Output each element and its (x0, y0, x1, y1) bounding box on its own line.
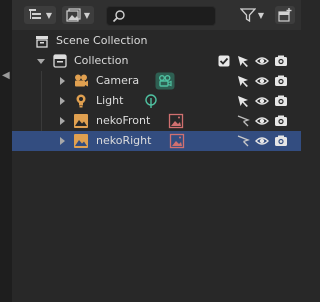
expand-right-icon[interactable] (60, 117, 65, 125)
chevron-down-icon: ▼ (83, 10, 91, 20)
image-data-icon[interactable] (168, 113, 184, 129)
light-data-icon[interactable] (143, 93, 159, 109)
image-empty-object-icon (74, 114, 88, 128)
eye-icon[interactable] (255, 54, 269, 68)
new-collection-button[interactable] (275, 6, 295, 24)
collection-label: Collection (74, 54, 129, 67)
chevron-down-icon: ▼ (257, 10, 265, 20)
filter-mode-button[interactable]: ▼ (62, 6, 94, 24)
search-input[interactable] (129, 8, 213, 24)
outliner-icon (28, 9, 41, 19)
tree-row-camera[interactable]: Camera (12, 71, 301, 91)
collection-icon (53, 54, 67, 68)
object-label: nekoFront (96, 114, 151, 127)
image-data-icon[interactable] (169, 133, 185, 149)
filter-funnel-icon (239, 8, 256, 22)
eye-icon[interactable] (255, 74, 269, 88)
expand-right-icon[interactable] (60, 97, 65, 105)
object-label: Light (96, 94, 124, 107)
scene-collection-icon (36, 36, 48, 48)
new-collection-icon (278, 8, 292, 22)
eye-icon[interactable] (255, 94, 269, 108)
tree-row-scene-collection[interactable]: Scene Collection (12, 31, 301, 51)
render-camera-icon[interactable] (274, 74, 288, 88)
search-field[interactable] (106, 6, 216, 26)
tree-row-collection[interactable]: Collection (12, 51, 301, 71)
chevron-down-icon: ▼ (45, 10, 53, 20)
image-filter-icon (66, 8, 81, 22)
eye-icon[interactable] (255, 114, 269, 128)
camera-data-icon[interactable] (155, 72, 175, 90)
light-object-icon (76, 94, 86, 108)
select-arrow-disabled-icon[interactable] (236, 134, 250, 148)
render-camera-icon[interactable] (274, 114, 288, 128)
expand-down-icon[interactable] (37, 59, 45, 64)
collapse-arrow-icon[interactable]: ◀ (2, 70, 10, 81)
render-camera-icon[interactable] (274, 54, 288, 68)
tree-row-nekofront[interactable]: nekoFront (12, 111, 301, 131)
eye-icon[interactable] (255, 134, 269, 148)
select-arrow-icon[interactable] (236, 74, 250, 88)
tree-row-nekoright[interactable]: nekoRight (12, 131, 301, 151)
object-label: Camera (96, 74, 140, 87)
filter-button[interactable]: ▼ (236, 6, 268, 24)
tree-row-light[interactable]: Light (12, 91, 301, 111)
select-arrow-icon[interactable] (236, 94, 250, 108)
display-mode-button[interactable]: ▼ (24, 6, 56, 24)
expand-right-icon[interactable] (60, 77, 65, 85)
exclude-checkbox-icon[interactable] (217, 54, 231, 68)
select-arrow-disabled-icon[interactable] (236, 114, 250, 128)
image-empty-object-icon (74, 134, 88, 148)
object-label: nekoRight (96, 134, 152, 147)
outliner-panel: ▼ ▼ ▼ Scene Collection Collection Camera… (12, 0, 301, 302)
camera-object-icon (75, 74, 88, 87)
render-camera-icon[interactable] (274, 134, 288, 148)
render-camera-icon[interactable] (274, 94, 288, 108)
scene-collection-label: Scene Collection (56, 34, 148, 47)
search-icon (112, 10, 125, 23)
expand-right-icon[interactable] (60, 137, 65, 145)
select-arrow-icon[interactable] (236, 54, 250, 68)
outliner-header: ▼ ▼ ▼ (12, 0, 301, 30)
